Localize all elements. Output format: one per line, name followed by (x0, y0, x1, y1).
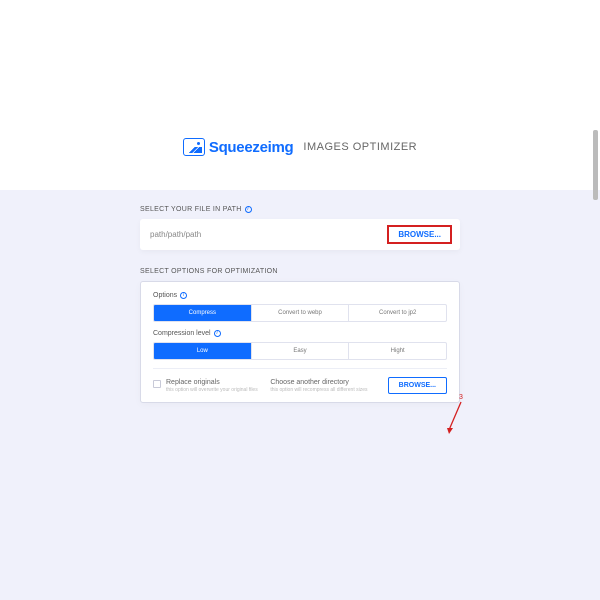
browse-path-button[interactable]: BROWSE... (389, 227, 450, 242)
choose-sub: this option will recompress all differen… (270, 387, 379, 393)
options-section-label: SELECT OPTIONS FOR OPTIMIZATION (140, 268, 460, 275)
options-card: Options i Compress Convert to webp Conve… (140, 281, 460, 403)
annotation-arrow-icon (446, 400, 466, 440)
info-icon[interactable]: i (180, 292, 187, 299)
scrollbar-thumb[interactable] (593, 130, 598, 200)
replace-checkbox[interactable] (153, 380, 161, 388)
main-panel: SELECT YOUR FILE IN PATH i path/path/pat… (0, 190, 600, 600)
level-title-text: Compression level (153, 330, 211, 337)
level-title: Compression level i (153, 330, 447, 337)
browse-output-button[interactable]: BROWSE... (388, 377, 447, 394)
replace-block: Replace originals this option will overw… (153, 379, 262, 393)
replace-sub: this option will overwrite your original… (166, 387, 258, 393)
option-webp[interactable]: Convert to webp (252, 305, 350, 321)
brand-text: Squeezeimg (209, 139, 294, 156)
info-icon[interactable]: i (214, 330, 221, 337)
bottom-row: Replace originals this option will overw… (153, 368, 447, 394)
brand-subtitle: IMAGES OPTIMIZER (303, 141, 417, 153)
level-hight[interactable]: Hight (349, 343, 446, 359)
options-title: Options i (153, 292, 447, 299)
logo: Squeezeimg IMAGES OPTIMIZER (183, 138, 417, 156)
level-low[interactable]: Low (154, 343, 252, 359)
info-icon[interactable]: i (245, 206, 252, 213)
path-input[interactable]: path/path/path (150, 230, 201, 239)
replace-title: Replace originals (166, 379, 258, 386)
header: Squeezeimg IMAGES OPTIMIZER (0, 0, 600, 190)
level-easy[interactable]: Easy (252, 343, 350, 359)
option-jp2[interactable]: Convert to jp2 (349, 305, 446, 321)
options-segment: Compress Convert to webp Convert to jp2 (153, 304, 447, 322)
filepath-row: path/path/path BROWSE... (140, 219, 460, 250)
choose-block: Choose another directory this option wil… (270, 379, 379, 393)
filepath-label: SELECT YOUR FILE IN PATH i (140, 206, 460, 213)
option-compress[interactable]: Compress (154, 305, 252, 321)
image-icon (183, 138, 205, 156)
filepath-label-text: SELECT YOUR FILE IN PATH (140, 206, 242, 213)
choose-title: Choose another directory (270, 379, 379, 386)
level-segment: Low Easy Hight (153, 342, 447, 360)
options-title-text: Options (153, 292, 177, 299)
